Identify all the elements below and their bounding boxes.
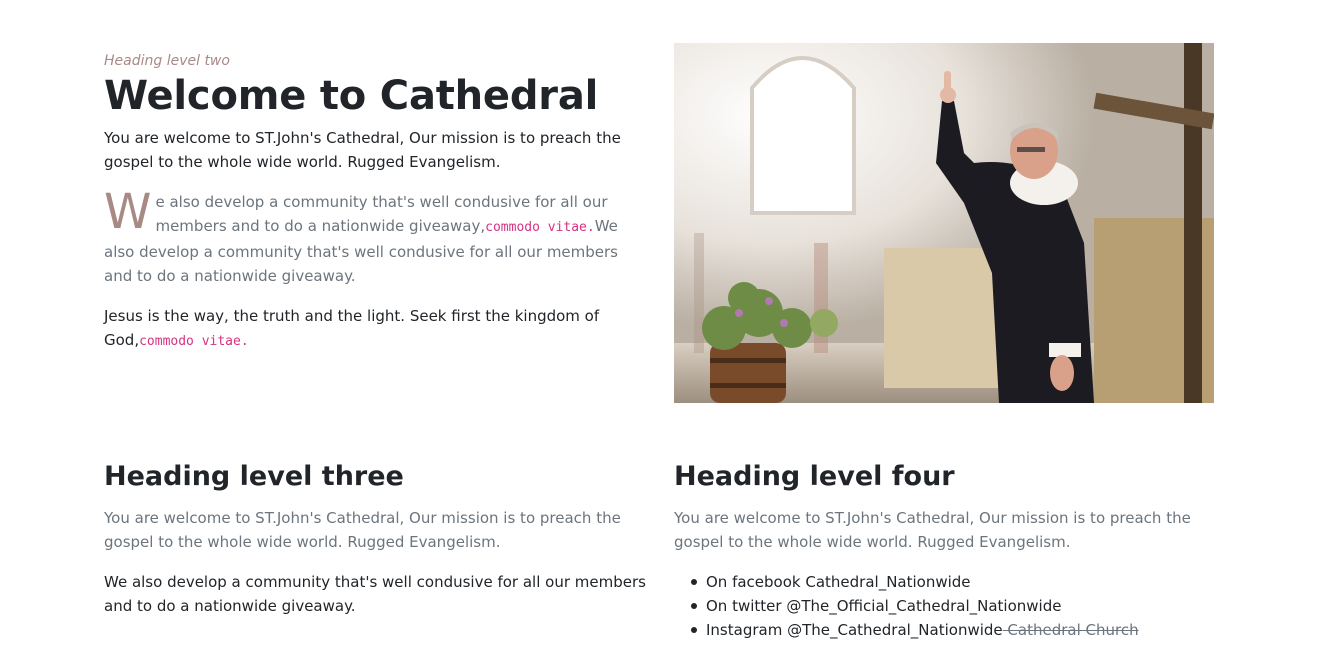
eyebrow-heading: Heading level two	[104, 53, 230, 69]
list-item-text: On facebook Cathedral_Nationwide	[706, 573, 971, 591]
list-item: Instagram @The_Cathedral_Nationwide Cath…	[691, 618, 1219, 642]
section-four: Heading level four You are welcome to ST…	[674, 458, 1219, 642]
list-item: On facebook Cathedral_Nationwide	[691, 570, 1219, 594]
dropcap-letter: W	[104, 184, 152, 240]
scripture-paragraph: Jesus is the way, the truth and the ligh…	[104, 304, 644, 354]
section-four-intro: You are welcome to ST.John's Cathedral, …	[674, 509, 1191, 551]
social-list: On facebook Cathedral_Nationwide On twit…	[674, 570, 1219, 642]
section-three-body: We also develop a community that's well …	[104, 573, 646, 615]
lead-paragraph: You are welcome to ST.John's Cathedral, …	[104, 129, 621, 171]
priest-photo	[674, 43, 1214, 403]
list-item-text: On twitter @The_Official_Cathedral_Natio…	[706, 597, 1062, 615]
inline-code: commodo vitae.	[485, 220, 595, 235]
section-four-heading: Heading level four	[674, 461, 955, 492]
inline-code: commodo vitae.	[139, 334, 249, 349]
section-three-intro: You are welcome to ST.John's Cathedral, …	[104, 509, 621, 551]
hero-text: Heading level two Welcome to Cathedral Y…	[104, 50, 644, 370]
section-three: Heading level three You are welcome to S…	[104, 458, 649, 634]
hero-image	[674, 43, 1214, 403]
list-item-text: Instagram @The_Cathedral_Nationwide	[706, 621, 1003, 639]
dropcap-paragraph: We also develop a community that's well …	[104, 184, 644, 288]
list-item: On twitter @The_Official_Cathedral_Natio…	[691, 594, 1219, 618]
strikethrough-text: Cathedral Church	[1002, 621, 1139, 639]
page-title: Welcome to Cathedral	[104, 73, 599, 119]
section-three-heading: Heading level three	[104, 461, 404, 492]
